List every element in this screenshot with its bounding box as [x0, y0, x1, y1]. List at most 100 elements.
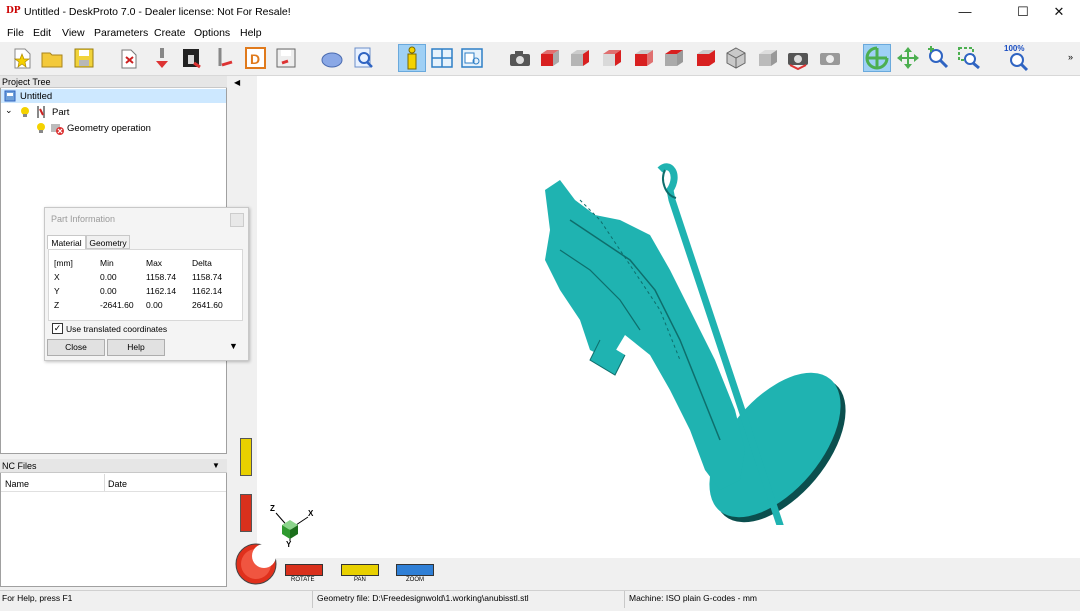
close-window-button[interactable]: ✕: [1036, 0, 1080, 24]
nc-dropdown-icon[interactable]: ▼: [212, 461, 220, 470]
zoom-window-icon[interactable]: [957, 45, 981, 71]
layout-icon[interactable]: [430, 45, 454, 71]
menu-help[interactable]: Help: [240, 27, 262, 39]
new-file-icon[interactable]: [10, 45, 34, 71]
view-iso2-icon[interactable]: [756, 45, 780, 71]
project-tree-header: Project Tree: [0, 76, 227, 88]
viewport-bottom-strip: [257, 558, 1080, 588]
tree-label-untitled: Untitled: [20, 91, 53, 102]
info-icon[interactable]: [398, 44, 426, 72]
window-icon[interactable]: [460, 45, 484, 71]
axis-label-y: Y: [286, 540, 292, 549]
tab-geometry[interactable]: Geometry: [86, 235, 130, 249]
row-max: 1158.74: [146, 272, 177, 282]
open-folder-icon[interactable]: [40, 45, 64, 71]
view-top-icon[interactable]: [662, 45, 686, 71]
menu-edit[interactable]: Edit: [33, 27, 51, 39]
lightbulb-icon[interactable]: [36, 122, 46, 134]
pan-mode-button[interactable]: [341, 564, 379, 576]
expand-dialog-icon[interactable]: ▼: [229, 341, 238, 351]
dialog-close-icon[interactable]: [230, 213, 244, 227]
row-min: 0.00: [100, 272, 117, 282]
tool-icon[interactable]: [212, 45, 236, 71]
pan-mode-label: PAN: [354, 577, 366, 583]
geometry-operation-icon: [50, 121, 64, 135]
column-header-min: Min: [100, 258, 114, 268]
camera-rotate-icon[interactable]: [786, 45, 810, 71]
view-front-icon[interactable]: [538, 45, 562, 71]
dialog-title: Part Information: [51, 214, 116, 224]
zoom-100-icon[interactable]: [1006, 52, 1030, 72]
rotate-mode-button[interactable]: [285, 564, 323, 576]
import-cutter-icon[interactable]: [150, 45, 174, 71]
status-geometry-file: Geometry file: D:\Freedesignwold\1.worki…: [317, 593, 529, 603]
nc-column-name[interactable]: Name: [5, 479, 29, 489]
pan-icon[interactable]: [896, 45, 920, 71]
row-delta: 1158.74: [192, 272, 223, 282]
row-delta: 2641.60: [192, 300, 223, 310]
tab-material[interactable]: Material: [47, 235, 86, 249]
collapse-panel-icon[interactable]: ◀: [234, 78, 240, 87]
search-icon[interactable]: [352, 45, 376, 71]
view-bottom-icon[interactable]: [694, 45, 718, 71]
menu-file[interactable]: File: [7, 27, 24, 39]
zoom-mode-button[interactable]: [396, 564, 434, 576]
save-icon[interactable]: [72, 45, 96, 71]
status-help-text: For Help, press F1: [2, 593, 73, 603]
zoom-mode-label: ZOOM: [406, 577, 424, 583]
axis-label-z: Z: [270, 504, 275, 513]
rotate-mode-label: ROTATE: [291, 577, 315, 583]
help-button[interactable]: Help: [107, 339, 165, 356]
row-axis: Y: [54, 286, 60, 296]
lightbulb-icon[interactable]: [20, 106, 30, 118]
camera-icon[interactable]: [508, 45, 532, 71]
menu-view[interactable]: View: [62, 27, 85, 39]
red-rotate-thumbwheel[interactable]: [240, 494, 252, 532]
row-axis: Z: [54, 300, 60, 310]
3d-model-statue: [545, 163, 846, 525]
view-back-icon[interactable]: [600, 45, 624, 71]
svg-text:D: D: [250, 51, 260, 67]
zoom-in-icon[interactable]: [926, 45, 950, 71]
row-min: 0.00: [100, 286, 117, 296]
column-header-max: Max: [146, 258, 163, 268]
use-translated-checkbox[interactable]: ✓: [52, 323, 63, 334]
status-bar: [0, 590, 1080, 611]
menu-options[interactable]: Options: [194, 27, 230, 39]
dxf-icon[interactable]: D: [244, 45, 268, 71]
axis-label-x: X: [308, 509, 314, 518]
part-icon: [34, 105, 48, 119]
row-min: -2641.60: [100, 300, 134, 310]
save-as-icon[interactable]: [274, 45, 298, 71]
nc-files-header: NC Files: [0, 459, 227, 473]
minimize-button[interactable]: —: [942, 0, 988, 24]
status-divider: [312, 591, 313, 608]
row-delta: 1162.14: [192, 286, 223, 296]
window-title: Untitled - DeskProto 7.0 - Dealer licens…: [24, 6, 291, 18]
column-header-delta: Delta: [192, 258, 212, 268]
column-header-unit: [mm]: [54, 258, 73, 268]
project-icon: [4, 90, 16, 102]
bitmap-icon[interactable]: [180, 45, 204, 71]
view-left-icon[interactable]: [632, 45, 656, 71]
tree-label-part[interactable]: Part: [52, 107, 69, 118]
menu-parameters[interactable]: Parameters: [94, 27, 148, 39]
use-translated-label: Use translated coordinates: [66, 324, 168, 334]
import-part-icon[interactable]: [118, 45, 142, 71]
menu-create[interactable]: Create: [154, 27, 186, 39]
chevron-down-icon[interactable]: ⌄: [5, 105, 13, 116]
status-machine: Machine: ISO plain G-codes - mm: [629, 593, 758, 603]
view-right-icon[interactable]: [568, 45, 592, 71]
toolbar-overflow-icon[interactable]: »: [1068, 52, 1073, 62]
rotate-dial[interactable]: [234, 542, 278, 586]
rotate-icon[interactable]: [863, 44, 891, 72]
close-button[interactable]: Close: [47, 339, 105, 356]
status-divider: [624, 591, 625, 608]
camera-reset-icon[interactable]: [818, 45, 842, 71]
yellow-pan-thumbwheel[interactable]: [240, 438, 252, 476]
column-divider[interactable]: [104, 474, 105, 491]
tree-label-geometry-operation[interactable]: Geometry operation: [67, 123, 151, 134]
nc-column-date[interactable]: Date: [108, 479, 127, 489]
shade-icon[interactable]: [320, 45, 344, 71]
view-iso-icon[interactable]: [724, 45, 748, 71]
